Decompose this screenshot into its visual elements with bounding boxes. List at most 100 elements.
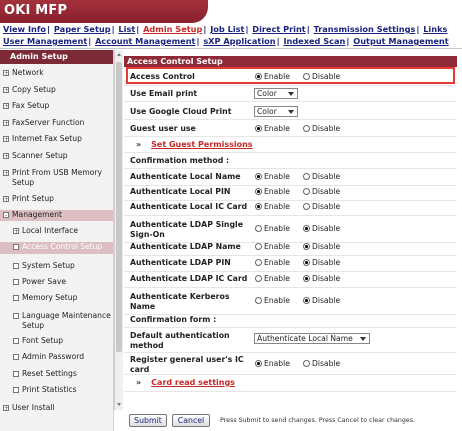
sidebar-item-local-interface[interactable]: Local Interface bbox=[0, 226, 113, 237]
radio-label: Enable bbox=[264, 172, 290, 181]
sidebar-item-memory-setup[interactable]: Memory Setup bbox=[0, 293, 113, 304]
default-auth-label: Default authentication method bbox=[130, 331, 230, 350]
authenticate-ldap-ic-card-enable-radio[interactable]: Enable bbox=[255, 274, 290, 283]
sidebar-item-faxserver-function[interactable]: FaxServer Function bbox=[0, 118, 113, 129]
sidebar-item-user-install[interactable]: User Install bbox=[0, 403, 113, 414]
scrollbar-thumb[interactable] bbox=[116, 62, 122, 352]
sidebar-item-label: Admin Password bbox=[22, 352, 85, 361]
sidebar-item-label: Internet Fax Setup bbox=[12, 134, 82, 143]
default-auth-select[interactable]: Authenticate Local Name bbox=[254, 333, 370, 344]
radio-dot-icon bbox=[255, 243, 262, 250]
nav-view-info[interactable]: View Info bbox=[3, 24, 46, 34]
nav-admin-setup[interactable]: Admin Setup bbox=[143, 24, 202, 34]
expand-icon bbox=[3, 102, 9, 111]
scroll-up-icon[interactable] bbox=[117, 53, 121, 56]
sidebar-item-font-setup[interactable]: Font Setup bbox=[0, 336, 113, 347]
authenticate-local-ic-card-disable-radio[interactable]: Disable bbox=[303, 202, 340, 211]
sidebar-item-scanner-setup[interactable]: Scanner Setup bbox=[0, 151, 113, 162]
nav-account-management[interactable]: Account Management bbox=[95, 36, 195, 46]
radio-dot-icon bbox=[303, 243, 310, 250]
nav-indexed-scan[interactable]: Indexed Scan bbox=[283, 36, 345, 46]
authenticate-local-pin-disable-radio[interactable]: Disable bbox=[303, 187, 340, 196]
row-divider bbox=[124, 271, 457, 272]
sidebar-item-copy-setup[interactable]: Copy Setup bbox=[0, 85, 113, 96]
vertical-scrollbar[interactable] bbox=[114, 50, 123, 410]
card-read-settings: » Card read settings bbox=[136, 378, 235, 387]
expand-icon bbox=[3, 86, 9, 95]
authenticate-ldap-single-sign-on-enable-radio[interactable]: Enable bbox=[255, 224, 290, 233]
radio-label: Enable bbox=[264, 187, 290, 196]
authenticate-ldap-ic-card-disable-radio[interactable]: Disable bbox=[303, 274, 340, 283]
submit-button[interactable]: Submit bbox=[129, 414, 167, 427]
sidebar-item-label: FaxServer Function bbox=[12, 118, 85, 127]
authenticate-local-ic-card-enable-radio[interactable]: Enable bbox=[255, 202, 290, 211]
radio-label: Enable bbox=[264, 242, 290, 251]
collapse-icon bbox=[3, 211, 9, 220]
sidebar-item-admin-password[interactable]: Admin Password bbox=[0, 352, 113, 363]
sidebar-item-system-setup[interactable]: System Setup bbox=[0, 261, 113, 272]
authenticate-ldap-name-enable-radio[interactable]: Enable bbox=[255, 242, 290, 251]
email-print-select[interactable]: Color bbox=[254, 88, 298, 99]
radio-label: Disable bbox=[312, 172, 341, 181]
google-cloud-print-select[interactable]: Color bbox=[254, 106, 298, 117]
sidebar-item-label: Print From USB Memory Setup bbox=[12, 168, 102, 187]
sidebar-item-print-from-usb-memory-setup[interactable]: Print From USB Memory Setup bbox=[0, 168, 113, 188]
nav-user-management[interactable]: User Management bbox=[3, 36, 87, 46]
authenticate-ldap-pin-enable-radio[interactable]: Enable bbox=[255, 258, 290, 267]
sidebar-item-internet-fax-setup[interactable]: Internet Fax Setup bbox=[0, 134, 113, 145]
radio-dot-icon bbox=[303, 125, 310, 132]
authenticate-local-pin-enable-radio[interactable]: Enable bbox=[255, 187, 290, 196]
card-read-settings-link[interactable]: Card read settings bbox=[151, 378, 235, 387]
expand-icon bbox=[3, 69, 9, 78]
sidebar-item-label: Font Setup bbox=[22, 336, 64, 345]
radio-label: Enable bbox=[264, 296, 290, 305]
sidebar-item-management[interactable]: Management bbox=[0, 210, 113, 221]
sidebar-item-label: Memory Setup bbox=[22, 293, 78, 302]
register-ic-enable-radio[interactable]: Enable bbox=[255, 359, 290, 368]
authenticate-ldap-single-sign-on-disable-radio[interactable]: Disable bbox=[303, 224, 340, 233]
access-control-disable-radio[interactable]: Disable bbox=[303, 72, 340, 81]
authenticate-ldap-pin-disable-radio[interactable]: Disable bbox=[303, 258, 340, 267]
nav-paper-setup[interactable]: Paper Setup bbox=[54, 24, 111, 34]
sidebar-item-label: Access Control Setup bbox=[22, 242, 103, 251]
nav-sxp-application[interactable]: sXP Application bbox=[203, 36, 275, 46]
nav-links[interactable]: Links bbox=[423, 24, 447, 34]
guest-user-use-disable-radio[interactable]: Disable bbox=[303, 124, 340, 133]
row-divider bbox=[124, 215, 457, 216]
row-divider bbox=[124, 185, 457, 186]
authenticate-ldap-name-disable-radio[interactable]: Disable bbox=[303, 242, 340, 251]
scroll-down-icon[interactable] bbox=[117, 403, 121, 406]
double-chevron-icon: » bbox=[136, 140, 142, 149]
sidebar-item-network[interactable]: Network bbox=[0, 68, 113, 79]
sidebar-item-access-control-setup[interactable]: Access Control Setup bbox=[0, 242, 113, 254]
authenticate-local-name-disable-radio[interactable]: Disable bbox=[303, 172, 340, 181]
header: OKI MFP bbox=[0, 0, 462, 23]
radio-label: Disable bbox=[312, 359, 341, 368]
double-chevron-icon: » bbox=[136, 378, 142, 387]
radio-label: Disable bbox=[312, 258, 341, 267]
sidebar-item-language-maintenance-setup[interactable]: Language Maintenance Setup bbox=[0, 311, 113, 331]
radio-label: Disable bbox=[312, 242, 341, 251]
register-ic-disable-radio[interactable]: Disable bbox=[303, 359, 340, 368]
sidebar-item-fax-setup[interactable]: Fax Setup bbox=[0, 101, 113, 112]
confirmation-method-header: Confirmation method : bbox=[130, 156, 230, 165]
nav-transmission-settings[interactable]: Transmission Settings bbox=[314, 24, 416, 34]
row-divider bbox=[124, 287, 457, 288]
access-control-enable-radio[interactable]: Enable bbox=[255, 72, 290, 81]
nav-job-list[interactable]: Job List bbox=[210, 24, 244, 34]
sidebar-item-print-setup[interactable]: Print Setup bbox=[0, 194, 113, 205]
authenticate-local-name-enable-radio[interactable]: Enable bbox=[255, 172, 290, 181]
set-guest-permissions-link[interactable]: Set Guest Permissions bbox=[151, 140, 252, 149]
authenticate-kerberos-name-disable-radio[interactable]: Disable bbox=[303, 296, 340, 305]
authenticate-kerberos-name-enable-radio[interactable]: Enable bbox=[255, 296, 290, 305]
nav-output-management[interactable]: Output Management bbox=[353, 36, 448, 46]
nav-list[interactable]: List bbox=[118, 24, 135, 34]
sidebar-item-reset-settings[interactable]: Reset Settings bbox=[0, 369, 113, 380]
cancel-button[interactable]: Cancel bbox=[172, 414, 210, 427]
nav-direct-print[interactable]: Direct Print bbox=[252, 24, 305, 34]
sidebar-item-print-statistics[interactable]: Print Statistics bbox=[0, 385, 113, 396]
guest-user-use-enable-radio[interactable]: Enable bbox=[255, 124, 290, 133]
chevron-down-icon bbox=[288, 110, 294, 114]
radio-dot-icon bbox=[303, 203, 310, 210]
sidebar-item-power-save[interactable]: Power Save bbox=[0, 277, 113, 288]
